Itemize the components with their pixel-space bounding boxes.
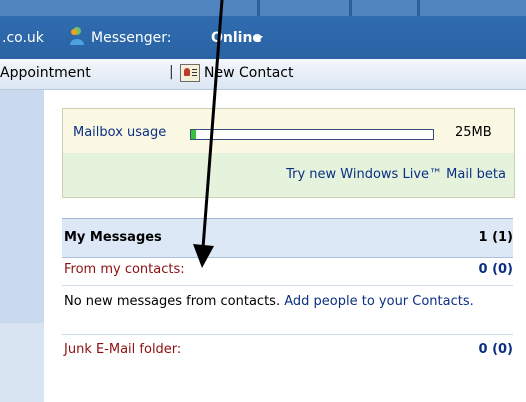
from-contacts-label[interactable]: From my contacts:	[64, 262, 185, 277]
mailbox-usage-size: 25MB	[455, 125, 492, 140]
toolbar: Appointment | New Contact	[0, 59, 526, 90]
left-navigation-pane	[0, 90, 44, 402]
from-contacts-count[interactable]: 0 (0)	[479, 262, 514, 277]
mailbox-usage-fill	[191, 130, 196, 139]
from-contacts-row[interactable]: From my contacts: 0 (0)	[62, 257, 513, 286]
toolbar-separator: |	[169, 64, 174, 80]
my-messages-header: My Messages 1 (1)	[62, 218, 513, 258]
mailbox-usage-label: Mailbox usage	[73, 125, 167, 140]
junk-folder-count[interactable]: 0 (0)	[479, 342, 514, 357]
new-contact-button[interactable]: New Contact	[204, 65, 293, 81]
mailbox-usage-bar	[190, 129, 434, 140]
tab-divider	[349, 0, 352, 16]
junk-folder-label[interactable]: Junk E-Mail folder:	[64, 342, 181, 357]
add-people-link[interactable]: Add people to your Contacts.	[284, 294, 474, 309]
tab-divider	[257, 0, 260, 16]
left-pane-lower	[0, 323, 44, 402]
no-new-messages-text: No new messages from contacts.	[64, 294, 281, 309]
chevron-down-icon[interactable]	[253, 36, 263, 42]
my-messages-title: My Messages	[64, 230, 162, 245]
messenger-label[interactable]: Messenger:	[91, 30, 172, 46]
new-appointment-button[interactable]: Appointment	[0, 65, 91, 81]
domain-fragment: .co.uk	[2, 30, 44, 46]
window-top-strip	[0, 0, 526, 16]
my-messages-panel: My Messages 1 (1) From my contacts: 0 (0…	[62, 218, 513, 374]
contacts-info-row: No new messages from contacts. Add peopl…	[62, 286, 513, 335]
tab-divider	[417, 0, 420, 16]
header-bar: .co.uk Messenger: Online	[0, 16, 526, 59]
try-beta-link[interactable]: Try new Windows Live™ Mail beta	[286, 167, 506, 182]
messenger-person-icon[interactable]	[68, 26, 86, 46]
junk-folder-row[interactable]: Junk E-Mail folder: 0 (0)	[62, 335, 513, 365]
my-messages-total: 1 (1)	[478, 230, 514, 245]
mailbox-usage-panel: Mailbox usage 25MB Try new Windows Live™…	[62, 108, 515, 198]
mailbox-usage-top: Mailbox usage 25MB	[63, 109, 514, 153]
contact-card-icon[interactable]	[180, 64, 200, 82]
